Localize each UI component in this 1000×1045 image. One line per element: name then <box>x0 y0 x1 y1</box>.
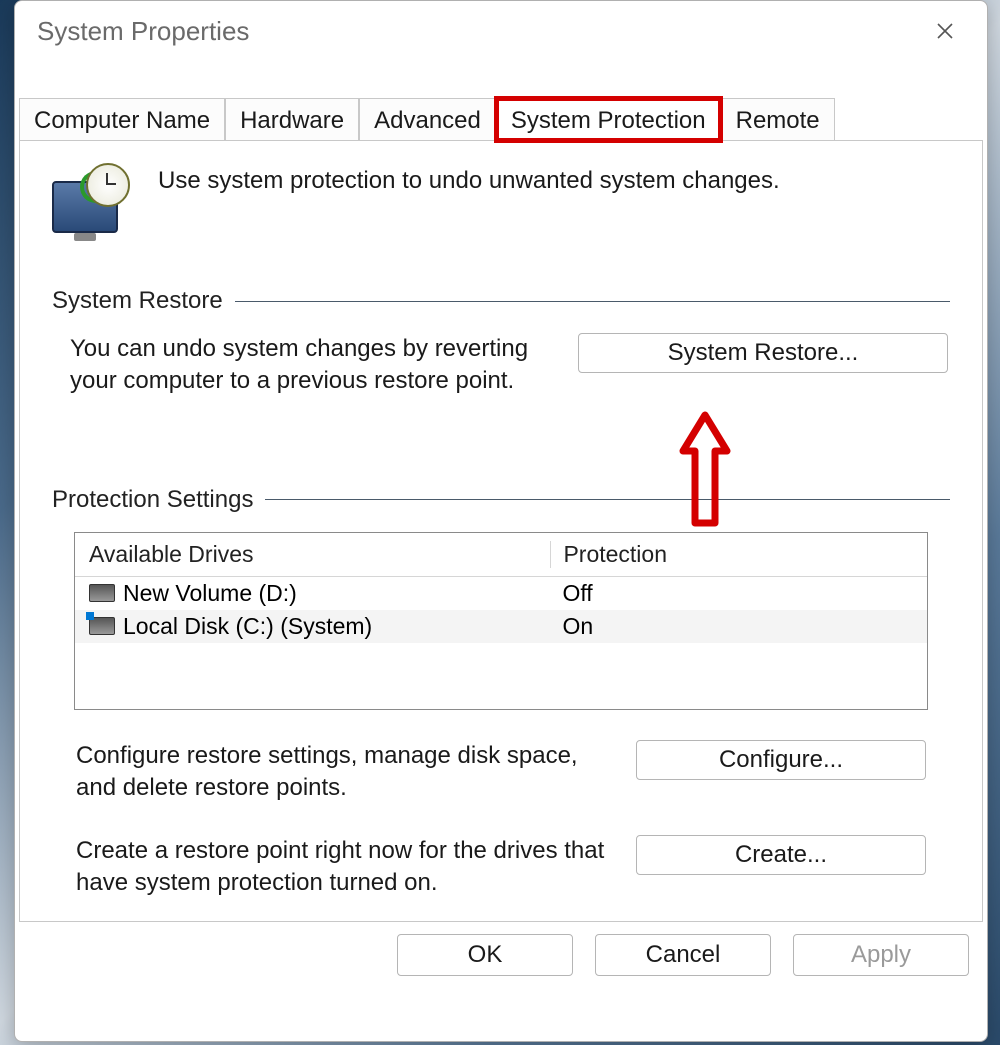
tab-remote[interactable]: Remote <box>721 98 835 141</box>
section-head-protection-settings: Protection Settings <box>52 486 950 514</box>
column-header-drives: Available Drives <box>89 541 550 568</box>
tab-system-protection[interactable]: System Protection <box>496 98 721 141</box>
drive-icon <box>89 584 115 602</box>
column-header-protection: Protection <box>550 541 913 568</box>
close-icon[interactable] <box>921 7 969 55</box>
drive-icon <box>89 617 115 635</box>
tab-computer-name[interactable]: Computer Name <box>19 98 225 141</box>
system-properties-dialog: System Properties Computer Name Hardware… <box>14 0 988 1042</box>
drive-protection-value: On <box>550 613 913 640</box>
drive-name-label: Local Disk (C:) (System) <box>123 613 372 640</box>
create-button[interactable]: Create... <box>636 835 926 875</box>
cancel-button[interactable]: Cancel <box>595 934 771 976</box>
drives-header-row: Available Drives Protection <box>75 533 927 577</box>
apply-button: Apply <box>793 934 969 976</box>
dialog-button-bar: OK Cancel Apply <box>15 922 987 976</box>
section-title-system-restore: System Restore <box>52 287 223 315</box>
drives-listbox[interactable]: Available Drives Protection New Volume (… <box>74 532 928 710</box>
drive-row[interactable]: New Volume (D:) Off <box>75 577 927 610</box>
create-description: Create a restore point right now for the… <box>76 835 606 900</box>
section-head-system-restore: System Restore <box>52 287 950 315</box>
configure-button[interactable]: Configure... <box>636 740 926 780</box>
intro-text: Use system protection to undo unwanted s… <box>158 163 780 195</box>
window-title: System Properties <box>37 16 249 47</box>
tab-body-system-protection: Use system protection to undo unwanted s… <box>19 140 983 922</box>
system-restore-description: You can undo system changes by reverting… <box>70 333 550 398</box>
tab-advanced[interactable]: Advanced <box>359 98 496 141</box>
drive-protection-value: Off <box>550 580 913 607</box>
ok-button[interactable]: OK <box>397 934 573 976</box>
drive-name-label: New Volume (D:) <box>123 580 297 607</box>
system-restore-button[interactable]: System Restore... <box>578 333 948 373</box>
tab-strip: Computer Name Hardware Advanced System P… <box>19 97 985 140</box>
drive-row[interactable]: Local Disk (C:) (System) On <box>75 610 927 643</box>
restore-point-icon <box>52 163 130 233</box>
configure-description: Configure restore settings, manage disk … <box>76 740 606 805</box>
section-title-protection-settings: Protection Settings <box>52 486 253 514</box>
tab-hardware[interactable]: Hardware <box>225 98 359 141</box>
titlebar: System Properties <box>15 1 987 61</box>
